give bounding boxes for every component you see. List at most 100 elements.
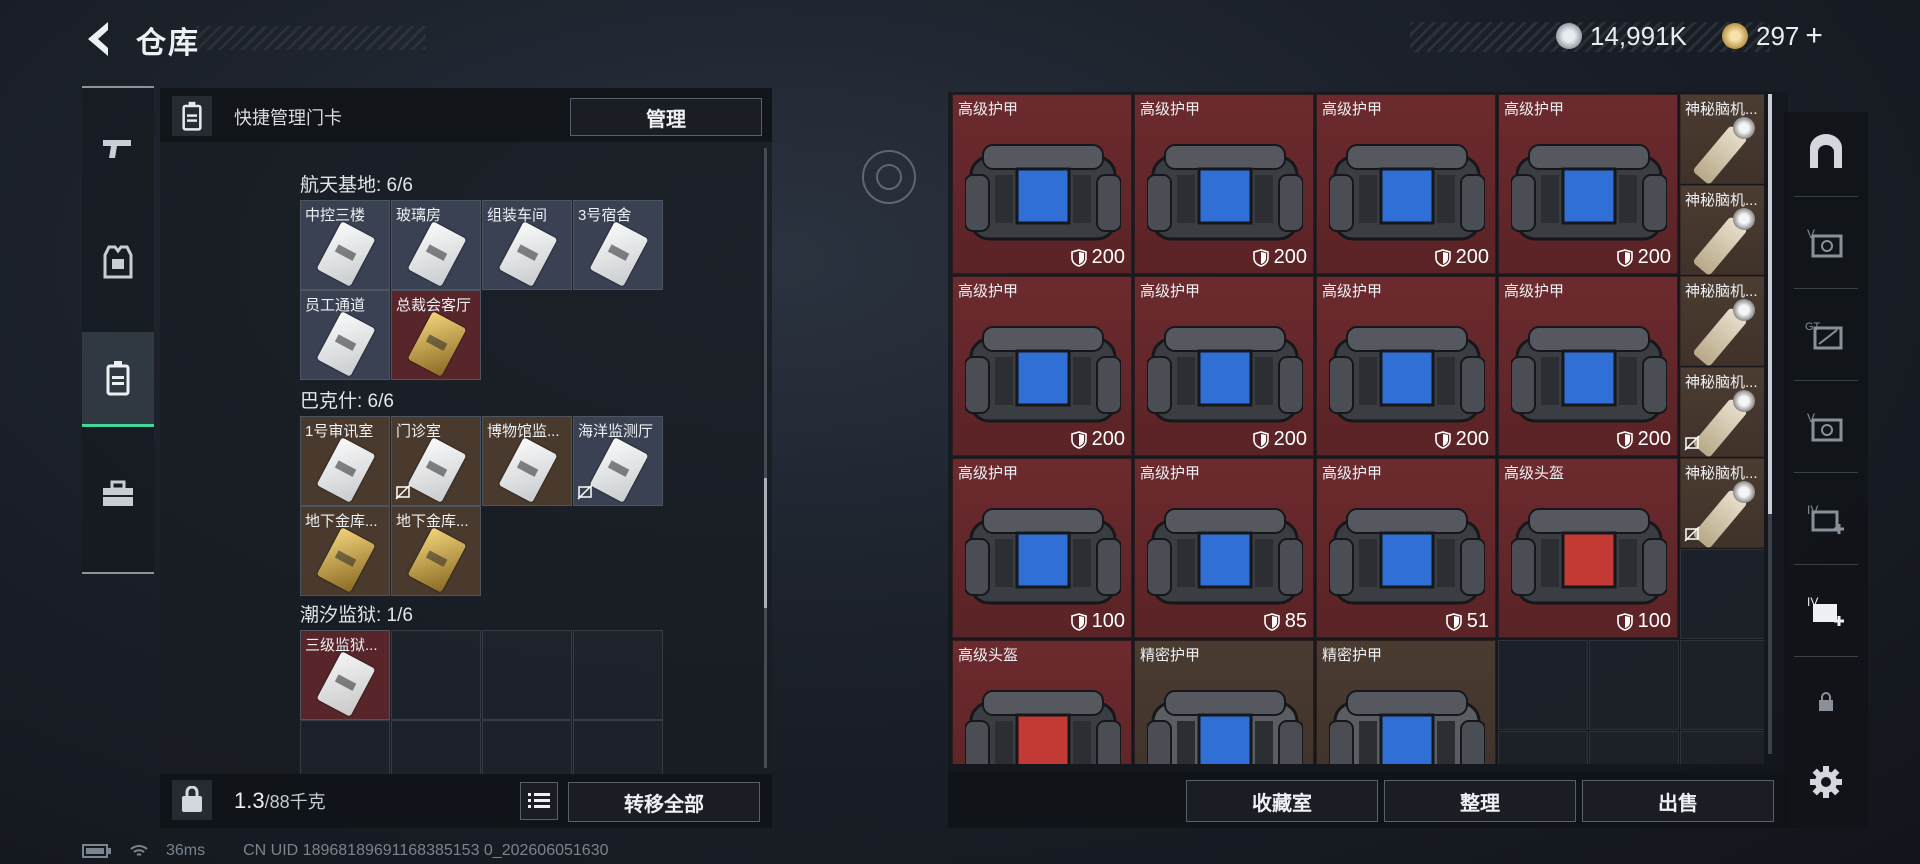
transfer-all-button[interactable]: 转移全部: [568, 782, 760, 822]
keycard-slot[interactable]: 3号宿舍: [573, 200, 663, 290]
storage-footer: 收藏室 整理 出售: [948, 772, 1788, 828]
add-storage-icon: IV: [1807, 595, 1844, 626]
armor-item[interactable]: 精密护甲: [1134, 640, 1314, 764]
shield-icon: [1616, 430, 1633, 449]
weight-readout: 1.3/88千克: [234, 788, 326, 814]
armor-image: [1511, 144, 1667, 241]
armor-item[interactable]: 高级护甲 200: [1134, 94, 1314, 274]
empty-storage-slot[interactable]: [1498, 731, 1588, 764]
left-scroll-thumb[interactable]: [764, 478, 767, 608]
nav-equipment[interactable]: [82, 216, 154, 308]
armor-item[interactable]: 精密护甲: [1316, 640, 1496, 764]
empty-keycard-slot[interactable]: [391, 630, 481, 720]
durability-value: 51: [1466, 610, 1489, 632]
bci-item[interactable]: 神秘脑机...: [1680, 367, 1764, 459]
bci-item[interactable]: 神秘脑机...: [1680, 276, 1764, 368]
item-name: 神秘脑机...: [1685, 465, 1758, 482]
helmet-item[interactable]: 高级头盔 100: [1498, 458, 1678, 638]
bci-item[interactable]: 神秘脑机...: [1680, 458, 1764, 550]
nav-weapons[interactable]: [82, 102, 154, 194]
armor-image: [1511, 326, 1667, 423]
shield-icon: [1445, 612, 1462, 631]
shield-icon: [1070, 612, 1087, 631]
keycard-slot[interactable]: 组装车间: [482, 200, 572, 290]
armor-image: [1329, 144, 1485, 241]
empty-storage-slot[interactable]: [1680, 640, 1764, 730]
keycard-slot[interactable]: 1号审讯室: [300, 416, 390, 506]
empty-storage-slot[interactable]: [1498, 640, 1588, 730]
keycard-slot[interactable]: 地下金库...: [391, 506, 481, 596]
empty-keycard-slot[interactable]: [573, 630, 663, 720]
item-name: 神秘脑机...: [1685, 283, 1758, 300]
item-name: 高级护甲: [1504, 283, 1565, 300]
back-arrow-icon[interactable]: [82, 20, 116, 58]
durability-value: 200: [1637, 428, 1671, 450]
add-currency-button[interactable]: +: [1805, 19, 1823, 53]
helmet-item[interactable]: 高级头盔: [952, 640, 1132, 764]
weight-max: /88千克: [264, 792, 326, 812]
tab-storage-iv1[interactable]: IV: [1784, 478, 1868, 558]
item-name: 高级护甲: [1140, 465, 1201, 482]
organize-button[interactable]: 整理: [1384, 780, 1576, 822]
item-name: 高级护甲: [958, 283, 1019, 300]
tab-storage-v2[interactable]: V: [1784, 386, 1868, 466]
keycard-name: 三级监狱...: [305, 637, 378, 654]
keycard-slot[interactable]: 博物馆监...: [482, 416, 572, 506]
armor-item[interactable]: 高级护甲 85: [1134, 458, 1314, 638]
backpack-icon: [172, 780, 212, 820]
empty-storage-slot[interactable]: [1589, 731, 1679, 764]
keycard-slot[interactable]: 总裁会客厅: [391, 290, 481, 380]
armor-item[interactable]: 高级护甲 200: [1316, 276, 1496, 456]
armor-item[interactable]: 高级护甲 200: [952, 94, 1132, 274]
currency-premium[interactable]: 297 +: [1722, 16, 1823, 56]
settings-button[interactable]: [1784, 742, 1868, 822]
keycard-name: 组装车间: [487, 207, 548, 224]
tab-main-storage[interactable]: [1784, 112, 1868, 192]
durability: 85: [1263, 610, 1307, 633]
empty-keycard-slot[interactable]: [482, 630, 572, 720]
keycard-slot[interactable]: 地下金库...: [300, 506, 390, 596]
keycard-slot[interactable]: 门诊室: [391, 416, 481, 506]
nav-toolbox[interactable]: [82, 448, 154, 540]
durability-value: 85: [1284, 610, 1307, 632]
list-view-button[interactable]: [520, 782, 558, 820]
armor-item[interactable]: 高级护甲 200: [1134, 276, 1314, 456]
keycard-slot[interactable]: 玻璃房: [391, 200, 481, 290]
sell-button[interactable]: 出售: [1582, 780, 1774, 822]
keycard-name: 1号审讯室: [305, 423, 374, 440]
armor-image: [1329, 326, 1485, 423]
tab-storage-iv2[interactable]: IV: [1784, 570, 1868, 650]
section-title: 巴克什: 6/6: [300, 391, 394, 412]
bci-item[interactable]: 神秘脑机...: [1680, 185, 1764, 277]
keycard-slot[interactable]: 中控三楼: [300, 200, 390, 290]
manage-button[interactable]: 管理: [570, 98, 762, 136]
shield-icon: [1434, 248, 1451, 267]
armor-item[interactable]: 高级护甲 200: [1316, 94, 1496, 274]
keycard-image: [316, 527, 376, 593]
durability-value: 200: [1091, 428, 1125, 450]
right-scroll-thumb[interactable]: [1768, 94, 1772, 514]
durability: 200: [1252, 246, 1307, 269]
empty-storage-slot[interactable]: [1589, 640, 1679, 730]
empty-storage-slot[interactable]: [1680, 549, 1764, 639]
helmet-image: [965, 690, 1121, 764]
tab-storage-v1[interactable]: V: [1784, 202, 1868, 282]
title-decoration: [196, 26, 426, 50]
keycard-slot[interactable]: 三级监狱...: [300, 630, 390, 720]
left-scrollbar[interactable]: [764, 148, 767, 768]
armor-item[interactable]: 高级护甲 200: [1498, 276, 1678, 456]
premium-coin-icon: [1722, 23, 1748, 49]
collection-room-button[interactable]: 收藏室: [1186, 780, 1378, 822]
currency-coins: 14,991K: [1556, 16, 1687, 56]
empty-storage-slot[interactable]: [1680, 731, 1764, 764]
nav-keycards[interactable]: [82, 332, 154, 427]
durability-value: 200: [1273, 428, 1307, 450]
keycard-slot[interactable]: 员工通道: [300, 290, 390, 380]
bci-item[interactable]: 神秘脑机...: [1680, 94, 1764, 186]
armor-item[interactable]: 高级护甲 200: [1498, 94, 1678, 274]
armor-item[interactable]: 高级护甲 200: [952, 276, 1132, 456]
armor-item[interactable]: 高级护甲 100: [952, 458, 1132, 638]
keycard-slot[interactable]: 海洋监测厅: [573, 416, 663, 506]
armor-item[interactable]: 高级护甲 51: [1316, 458, 1496, 638]
tab-storage-gt[interactable]: GT: [1784, 294, 1868, 374]
